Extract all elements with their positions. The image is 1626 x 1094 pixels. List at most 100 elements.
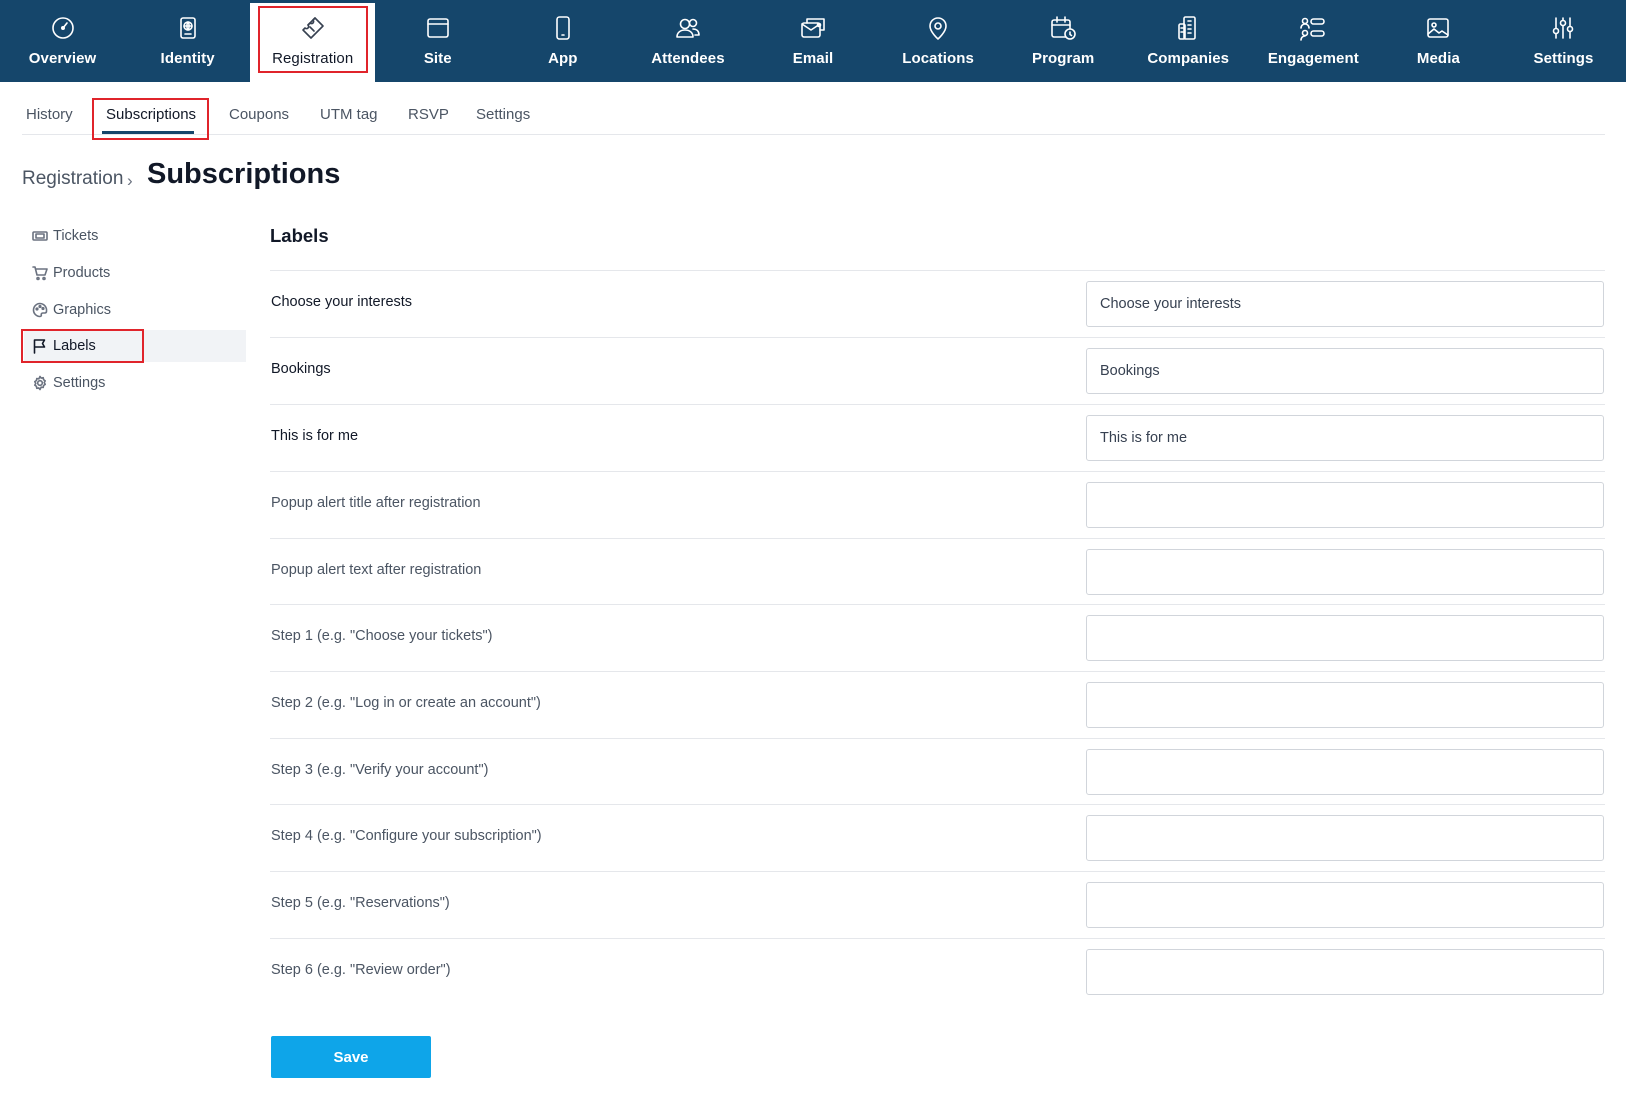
save-button[interactable]: Save [271,1036,431,1078]
ticket-icon [301,17,324,39]
page-title: Subscriptions [147,158,341,190]
nav-label: Program [1031,50,1095,67]
field-label: Step 6 (e.g. "Review order") [271,962,451,978]
field-label: Popup alert text after registration [271,562,482,578]
palette-icon [32,302,48,318]
subtab-subscriptions[interactable]: Subscriptions [106,106,196,123]
nav-attendees[interactable]: Attendees [625,0,750,82]
form-row: Bookings [270,337,1605,404]
field-label: Step 3 (e.g. "Verify your account") [271,762,489,778]
nav-overview[interactable]: Overview [0,0,125,82]
form-row: Step 6 (e.g. "Review order") [270,938,1605,1005]
nav-program[interactable]: Program [1001,0,1126,82]
form-row: Popup alert title after registration [270,471,1605,538]
sidemenu-item-settings[interactable]: Settings [24,367,246,399]
form-row: Step 1 (e.g. "Choose your tickets") [270,604,1605,671]
nav-settings[interactable]: Settings [1501,0,1626,82]
field-label: This is for me [271,428,359,444]
field-label: Step 5 (e.g. "Reservations") [271,895,450,911]
popup-alert-title-input[interactable] [1086,482,1604,528]
cart-icon [32,266,48,281]
field-label: Step 2 (e.g. "Log in or create an accoun… [271,695,541,711]
nav-companies[interactable]: Companies [1126,0,1251,82]
sidemenu-label: Tickets [53,228,99,244]
nav-media[interactable]: Media [1376,0,1501,82]
sidemenu-item-products[interactable]: Products [24,257,246,289]
browser-window-icon [426,18,449,38]
field-label: Bookings [271,361,331,377]
email-icon [801,18,825,38]
subtabs-bar: History Subscriptions Coupons UTM tag RS… [22,98,1605,135]
step-3-input[interactable] [1086,749,1604,795]
step-2-input[interactable] [1086,682,1604,728]
field-label: Choose your interests [271,294,413,310]
form-row: Step 4 (e.g. "Configure your subscriptio… [270,804,1605,871]
step-6-input[interactable] [1086,949,1604,995]
section-title: Labels [270,225,329,246]
sidemenu-item-graphics[interactable]: Graphics [24,294,246,326]
field-label: Step 1 (e.g. "Choose your tickets") [271,628,493,644]
nav-label: Companies [1147,50,1230,67]
buildings-icon [1178,16,1197,40]
field-label: Step 4 (e.g. "Configure your subscriptio… [271,828,542,844]
nav-label: Attendees [651,50,725,67]
nav-label: Engagement [1267,50,1359,67]
nav-registration[interactable]: Registration [250,3,376,82]
top-navigation: Overview Identity Registration Site App … [0,0,1626,82]
active-tab-underline [102,131,194,134]
nav-locations[interactable]: Locations [876,0,1001,82]
nav-label: Overview [28,50,97,67]
subtab-settings[interactable]: Settings [476,106,530,123]
breadcrumb-parent[interactable]: Registration [22,168,123,190]
gear-icon [34,375,46,391]
ticket-icon [32,231,48,241]
nav-label: Settings [1533,50,1594,67]
choose-interests-input[interactable] [1086,281,1604,327]
bookings-input[interactable] [1086,348,1604,394]
subtab-rsvp[interactable]: RSVP [408,106,449,123]
sidemenu-label: Labels [53,338,96,354]
speedometer-icon [51,17,74,39]
subtab-utm-tag[interactable]: UTM tag [320,106,378,123]
nav-identity[interactable]: Identity [125,0,250,82]
form-row: Choose your interests [270,270,1605,337]
nav-app[interactable]: App [500,0,625,82]
popup-alert-text-input[interactable] [1086,549,1604,595]
engagement-icon [1300,17,1326,41]
nav-email[interactable]: Email [750,0,875,82]
nav-label: Locations [902,50,974,67]
sidemenu-item-labels[interactable]: Labels [24,330,246,362]
calendar-clock-icon [1051,16,1076,40]
image-icon [1427,18,1450,38]
sidemenu-label: Products [53,265,111,281]
step-4-input[interactable] [1086,815,1604,861]
flag-icon [33,339,46,354]
form-row: This is for me [270,404,1605,471]
nav-label: Email [792,50,834,67]
nav-label: Site [423,50,452,67]
step-1-input[interactable] [1086,615,1604,661]
sidemenu-label: Graphics [53,302,112,318]
nav-engagement[interactable]: Engagement [1251,0,1376,82]
nav-label: Registration [272,50,354,67]
sidemenu-label: Settings [53,375,106,391]
smartphone-icon [556,16,570,40]
sliders-icon [1553,17,1574,39]
passport-icon [179,17,196,39]
form-row: Popup alert text after registration [270,538,1605,605]
form-row: Step 2 (e.g. "Log in or create an accoun… [270,671,1605,738]
subtab-coupons[interactable]: Coupons [229,106,289,123]
users-icon [676,18,700,38]
form-row: Step 3 (e.g. "Verify your account") [270,738,1605,805]
breadcrumb-separator: › [127,171,133,190]
step-5-input[interactable] [1086,882,1604,928]
field-label: Popup alert title after registration [271,495,481,511]
form-row: Step 5 (e.g. "Reservations") [270,871,1605,938]
nav-site[interactable]: Site [375,0,500,82]
nav-label: Media [1416,50,1460,67]
nav-label: App [548,50,578,67]
this-is-for-me-input[interactable] [1086,415,1604,461]
nav-label: Identity [160,50,215,67]
subtab-history[interactable]: History [26,106,73,123]
sidemenu-item-tickets[interactable]: Tickets [24,220,246,252]
